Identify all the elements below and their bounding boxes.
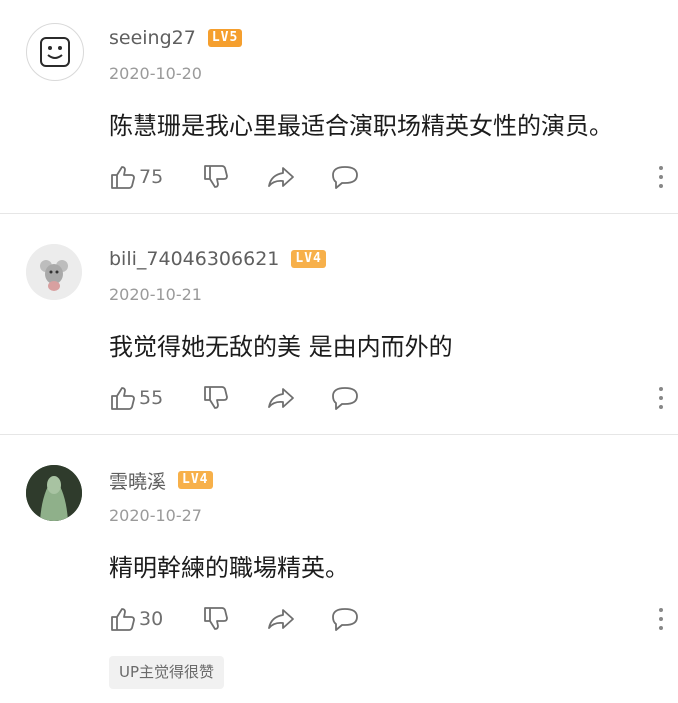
username-row: 雲曉溪 LV4	[109, 467, 213, 493]
like-count: 30	[139, 608, 164, 630]
reply-button[interactable]	[330, 605, 360, 633]
photo-avatar-icon	[26, 465, 82, 521]
more-options-icon[interactable]	[655, 605, 667, 633]
share-icon	[268, 609, 294, 629]
level-badge: LV4	[178, 471, 213, 489]
thumbs-up-icon	[111, 608, 135, 631]
avatar[interactable]	[26, 465, 82, 521]
comment-item: 雲曉溪 LV4 2020-10-27 精明幹練的職場精英。 30 UP主觉得很赞	[0, 0, 678, 703]
dislike-button[interactable]	[202, 605, 230, 633]
username[interactable]: 雲曉溪	[109, 467, 166, 494]
comment-date: 2020-10-27	[109, 506, 202, 525]
like-button[interactable]: 30	[109, 605, 163, 633]
thumbs-down-icon	[204, 607, 228, 630]
share-button[interactable]	[266, 605, 296, 633]
comment-text: 精明幹練的職場精英。	[109, 554, 349, 582]
up-liked-badge: UP主觉得很赞	[109, 656, 225, 689]
comment-bubble-icon	[332, 608, 358, 631]
